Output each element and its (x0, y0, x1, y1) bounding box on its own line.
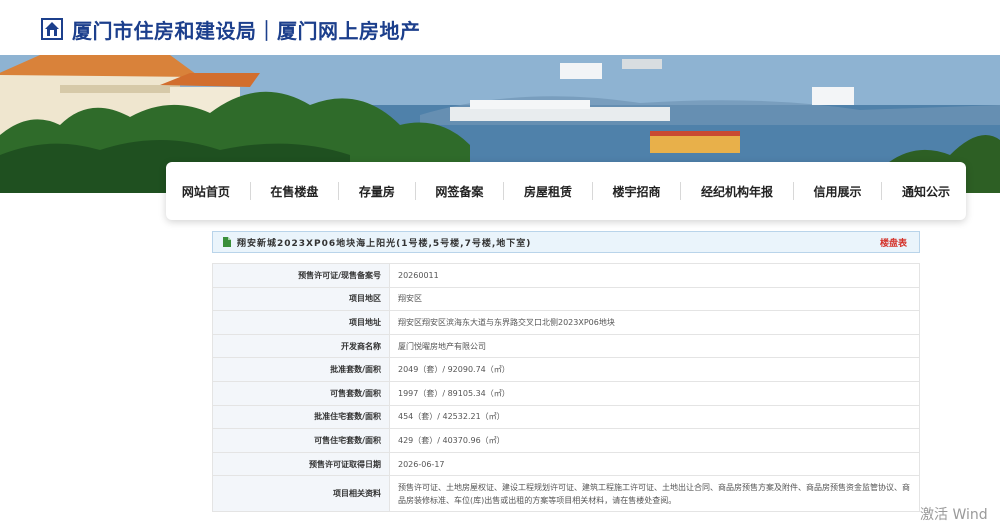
project-title: 翔安新城2023XP06地块海上阳光(1号楼,5号楼,7号楼,地下室) (237, 238, 532, 249)
nav-divider (680, 182, 682, 200)
row-label: 项目相关资料 (212, 475, 390, 513)
row-label: 可售住宅套数/面积 (212, 428, 390, 453)
site-header: 厦门市住房和建设局｜厦门网上房地产 (0, 0, 1000, 55)
nav-item-contract-filing[interactable]: 网签备案 (435, 183, 483, 200)
table-row: 批准套数/面积 2049（套）/ 92090.74（㎡） (212, 357, 920, 382)
nav-item-home[interactable]: 网站首页 (182, 183, 230, 200)
table-row: 可售套数/面积 1997（套）/ 89105.34（㎡） (212, 380, 920, 406)
nav-divider (414, 182, 416, 200)
row-label: 开发商名称 (212, 333, 390, 359)
row-label: 项目地址 (212, 310, 390, 335)
row-value: 20260011 (389, 263, 920, 288)
nav-divider (249, 182, 251, 200)
row-value: 翔安区翔安区滨海东大道与东界路交叉口北侧2023XP06地块 (389, 310, 920, 335)
table-row: 项目地区 翔安区 (212, 286, 920, 312)
row-label: 预售许可证取得日期 (212, 451, 390, 477)
project-title-bar: 翔安新城2023XP06地块海上阳光(1号楼,5号楼,7号楼,地下室) 楼盘表 (212, 231, 920, 253)
building-table-link[interactable]: 楼盘表 (880, 236, 907, 249)
table-row: 预售许可证取得日期 2026-06-17 (212, 451, 920, 477)
row-label: 批准住宅套数/面积 (212, 404, 390, 430)
row-value: 2026-06-17 (389, 451, 920, 477)
project-details-table: 预售许可证/现售备案号 20260011 项目地区 翔安区 项目地址 翔安区翔安… (212, 263, 920, 513)
document-icon (223, 237, 231, 247)
table-row: 开发商名称 厦门悦曜房地产有限公司 (212, 333, 920, 359)
row-value: 2049（套）/ 92090.74（㎡） (389, 357, 920, 382)
nav-item-on-sale[interactable]: 在售楼盘 (270, 183, 318, 200)
activation-watermark: 激活 Wind (920, 507, 988, 523)
table-row: 项目相关资料 预售许可证、土地房屋权证、建设工程规划许可证、建筑工程施工许可证、… (212, 475, 920, 513)
nav-item-credit[interactable]: 信用展示 (813, 183, 861, 200)
nav-item-notices[interactable]: 通知公示 (902, 183, 950, 200)
table-row: 项目地址 翔安区翔安区滨海东大道与东界路交叉口北侧2023XP06地块 (212, 310, 920, 335)
nav-item-rental[interactable]: 房屋租赁 (524, 183, 572, 200)
row-value: 翔安区 (389, 286, 920, 312)
project-documents-text: 预售许可证、土地房屋权证、建设工程规划许可证、建筑工程施工许可证、土地出让合同、… (398, 482, 910, 505)
row-label: 可售套数/面积 (212, 380, 390, 406)
house-icon (41, 18, 63, 40)
table-row: 可售住宅套数/面积 429（套）/ 40370.96（㎡） (212, 428, 920, 453)
nav-item-building-leasing[interactable]: 楼宇招商 (612, 183, 660, 200)
row-label: 预售许可证/现售备案号 (212, 263, 390, 288)
nav-divider (503, 182, 505, 200)
row-value: 1997（套）/ 89105.34（㎡） (389, 380, 920, 406)
nav-divider (881, 182, 883, 200)
main-nav: 网站首页 在售楼盘 存量房 网签备案 房屋租赁 楼宇招商 经纪机构年报 信用展示… (166, 162, 966, 220)
table-row: 批准住宅套数/面积 454（套）/ 42532.21（㎡） (212, 404, 920, 430)
row-label: 项目地区 (212, 286, 390, 312)
row-value: 厦门悦曜房地产有限公司 (389, 333, 920, 359)
nav-divider (591, 182, 593, 200)
nav-divider (792, 182, 794, 200)
site-logo[interactable]: 厦门市住房和建设局｜厦门网上房地产 (40, 14, 421, 44)
row-label: 批准套数/面积 (212, 357, 390, 382)
row-value: 预售许可证、土地房屋权证、建设工程规划许可证、建筑工程施工许可证、土地出让合同、… (389, 475, 920, 513)
row-value: 429（套）/ 40370.96（㎡） (389, 428, 920, 453)
row-value: 454（套）/ 42532.21（㎡） (389, 404, 920, 430)
table-row: 预售许可证/现售备案号 20260011 (212, 263, 920, 288)
nav-divider (338, 182, 340, 200)
nav-item-agency-reports[interactable]: 经纪机构年报 (701, 183, 773, 200)
site-title: 厦门市住房和建设局｜厦门网上房地产 (72, 18, 421, 43)
nav-item-resale[interactable]: 存量房 (359, 183, 395, 200)
